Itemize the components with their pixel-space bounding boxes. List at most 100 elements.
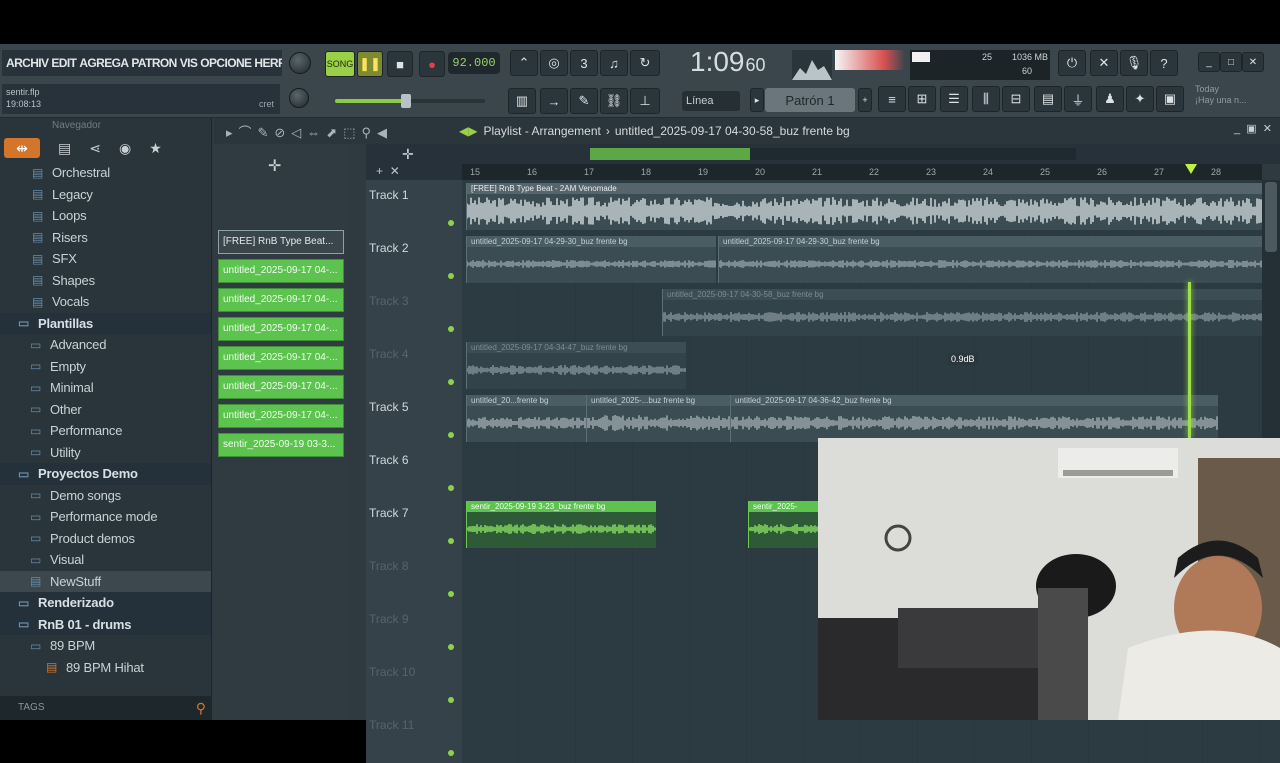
browser-item[interactable]: ▭ Performance: [0, 420, 211, 442]
master-volume-knob[interactable]: [289, 52, 311, 74]
playlist-tool-icons[interactable]: ▸⌒✎⊘◁⇔⬈⬚⚲◀: [226, 122, 393, 141]
audio-clip[interactable]: [FREE] RnB Type Beat - 2AM Venomade: [466, 183, 1266, 230]
microphone-icon[interactable]: 🎙: [1120, 50, 1148, 76]
browser-item[interactable]: ▭ Product demos: [0, 528, 211, 550]
browser-item[interactable]: ▭ Performance mode: [0, 506, 211, 528]
pencil-icon[interactable]: ✎: [570, 88, 598, 114]
audio-clip[interactable]: untitled_2025-...buz frente bg: [586, 395, 730, 442]
power-icon[interactable]: ⏻: [1058, 50, 1086, 76]
overview-window[interactable]: [590, 148, 750, 160]
browser-item[interactable]: ▤ Vocals: [0, 291, 211, 313]
pause-button[interactable]: ❚❚: [357, 51, 383, 77]
pattern-selector[interactable]: Patrón 1: [765, 88, 855, 112]
browser-item[interactable]: ▭ Visual: [0, 549, 211, 571]
track-enable-led[interactable]: [448, 591, 454, 597]
help-icon[interactable]: ?: [1150, 50, 1178, 76]
track-enable-led[interactable]: [448, 379, 454, 385]
countdown-icon[interactable]: 3: [570, 50, 598, 76]
track-enable-led[interactable]: [448, 750, 454, 756]
track-enable-led[interactable]: [448, 485, 454, 491]
track-header[interactable]: Track 11: [366, 710, 462, 763]
browser-item[interactable]: ▤ Shapes: [0, 270, 211, 292]
person-icon[interactable]: ♟: [1096, 86, 1124, 112]
track-lane[interactable]: [FREE] RnB Type Beat - 2AM Venomade: [462, 180, 1280, 233]
close-button[interactable]: ✕: [1242, 52, 1264, 72]
browser-tab-share-icon[interactable]: ⋖: [89, 140, 101, 157]
plug-icon[interactable]: ⏚: [1064, 86, 1092, 112]
browser-tab-files-icon[interactable]: ▤: [58, 140, 71, 157]
add-track-icon[interactable]: +: [376, 164, 383, 178]
menu-editar[interactable]: EDIT: [51, 56, 77, 70]
piano-roll-icon[interactable]: ⊞: [908, 86, 936, 112]
track-enable-led[interactable]: [448, 326, 454, 332]
arrow-icon[interactable]: →: [540, 88, 568, 114]
channel-rack-icon[interactable]: ☰: [940, 86, 968, 112]
browser-item[interactable]: ▭ Proyectos Demo: [0, 463, 211, 485]
piano-icon[interactable]: ▥: [508, 88, 536, 114]
stop-all-icon[interactable]: ▣: [1156, 86, 1184, 112]
playlist-overview-scrollbar[interactable]: [590, 148, 1076, 160]
browser-item[interactable]: ▤ SFX: [0, 248, 211, 270]
browser-item[interactable]: ▭ Minimal: [0, 377, 211, 399]
browser-item[interactable]: ▭ Plantillas: [0, 312, 211, 334]
track-header[interactable]: Track 1: [366, 180, 462, 233]
browser-item[interactable]: ▭ Utility: [0, 442, 211, 464]
browser-item[interactable]: ▭ RnB 01 - drums: [0, 613, 211, 635]
browser-tab-plugin-icon[interactable]: ◉: [119, 140, 131, 157]
pattern-picker-move-icon[interactable]: ✛: [268, 156, 281, 176]
pattern-item[interactable]: untitled_2025-09-17 04-...: [218, 259, 344, 283]
remove-track-icon[interactable]: ✕: [390, 164, 400, 178]
pattern-item[interactable]: untitled_2025-09-17 04-...: [218, 317, 344, 341]
pattern-item[interactable]: untitled_2025-09-17 04-...: [218, 375, 344, 399]
track-header[interactable]: Track 4: [366, 339, 462, 392]
browser-item[interactable]: ▤ 89 BPM Hihat: [0, 657, 211, 679]
track-enable-led[interactable]: [448, 273, 454, 279]
wait-for-input-icon[interactable]: ◎: [540, 50, 568, 76]
link-icon[interactable]: ⛓: [600, 88, 628, 114]
audio-clip[interactable]: sentir_2025-09-19 3-23_buz frente bg: [466, 501, 656, 548]
browser-item[interactable]: ▭ Empty: [0, 356, 211, 378]
menu-agregar[interactable]: AGREGA: [79, 56, 129, 70]
track-lane[interactable]: untitled_2025-09-17 04-29-30_buz frente …: [462, 233, 1280, 286]
metronome-icon[interactable]: ⌃: [510, 50, 538, 76]
audio-clip[interactable]: untitled_2025-09-17 04-34-47_buz frente …: [466, 342, 686, 389]
search-icon[interactable]: ⚲: [196, 696, 206, 720]
browser-item[interactable]: ▭ Demo songs: [0, 485, 211, 507]
track-enable-led[interactable]: [448, 644, 454, 650]
audio-clip[interactable]: untitled_2025-09-17 04-29-30_buz frente …: [466, 236, 716, 283]
pattern-add-icon[interactable]: +: [858, 88, 872, 112]
master-pitch-knob[interactable]: [289, 88, 309, 108]
pattern-item[interactable]: sentir_2025-09-19 03-3...: [218, 433, 344, 457]
audio-clip[interactable]: untitled_2025-09-17 04-36-42_buz frente …: [730, 395, 1218, 442]
audio-clip[interactable]: sentir_2025-: [748, 501, 828, 548]
browser-item[interactable]: ▭ Advanced: [0, 334, 211, 356]
maximize-button[interactable]: □: [1220, 52, 1242, 72]
tools-icon[interactable]: ✕: [1090, 50, 1118, 76]
minimize-button[interactable]: _: [1198, 52, 1220, 72]
browser-item[interactable]: ▤ Legacy: [0, 184, 211, 206]
pattern-item[interactable]: untitled_2025-09-17 04-...: [218, 404, 344, 428]
track-enable-led[interactable]: [448, 432, 454, 438]
track-header[interactable]: Track 6: [366, 445, 462, 498]
pattern-prev-icon[interactable]: ▸: [750, 88, 764, 112]
playlist-window-controls[interactable]: _ ▣ ✕: [1234, 122, 1272, 135]
snap-selector[interactable]: Línea: [682, 91, 740, 111]
track-enable-led[interactable]: [448, 538, 454, 544]
track-enable-led[interactable]: [448, 697, 454, 703]
stop-button[interactable]: ■: [387, 51, 413, 77]
track-header[interactable]: Track 7: [366, 498, 462, 551]
browser-item[interactable]: ▤ NewStuff: [0, 570, 211, 592]
track-lane[interactable]: untitled_2025-09-17 04-34-47_buz frente …: [462, 339, 1280, 392]
track-enable-led[interactable]: [448, 220, 454, 226]
step-edit-icon[interactable]: ♫: [600, 50, 628, 76]
track-header[interactable]: Track 5: [366, 392, 462, 445]
track-lane[interactable]: untitled_2025-09-17 04-30-58_buz frente …: [462, 286, 1280, 339]
pattern-item[interactable]: untitled_2025-09-17 04-...: [218, 288, 344, 312]
plugin-picker-icon[interactable]: ✦: [1126, 86, 1154, 112]
browser-item[interactable]: ▭ Other: [0, 399, 211, 421]
browser-tab-all-icon[interactable]: ⇹: [4, 138, 40, 158]
menu-patron[interactable]: PATRON: [131, 56, 177, 70]
browser-tab-star-icon[interactable]: ★: [149, 140, 162, 157]
record-button[interactable]: ●: [419, 51, 445, 77]
browser-item[interactable]: ▤ Orchestral: [0, 162, 211, 184]
